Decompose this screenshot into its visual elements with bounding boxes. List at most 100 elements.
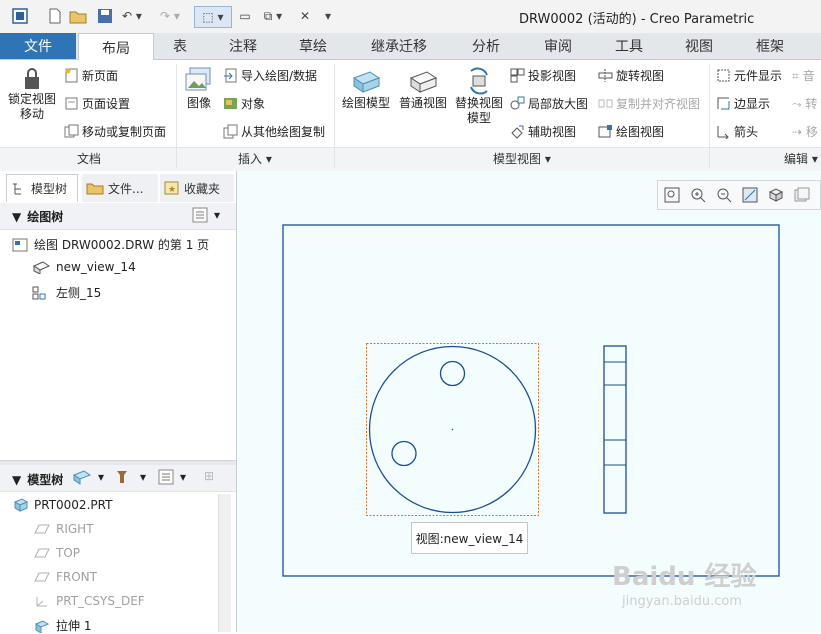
select-box-icon[interactable]: ⬚ ▾ [194,6,232,28]
projection-view-button[interactable]: 投影视图 [510,67,576,84]
tab-annotate[interactable]: 注释 [208,33,278,59]
drawing-model-label: 绘图模型 [341,96,390,110]
drawing-sheet-icon [12,238,28,251]
model-tree-model-selector[interactable]: ▾ [72,469,104,485]
image-button[interactable]: 图像 [181,66,217,111]
page-setup-label: 页面设置 [82,97,131,111]
tree-item-new-view-14[interactable]: new_view_14 [32,260,136,274]
image-icon [185,67,211,91]
arrow-icon [717,126,729,139]
lock-view-move-button[interactable]: 锁定视图 移动 [6,66,58,122]
tree-item-right-plane[interactable]: RIGHT [34,522,94,536]
tree-item-top-plane[interactable]: TOP [34,546,80,560]
move-copy-page-button[interactable]: 移动或复制页面 [64,123,166,140]
edit-more-1-icon[interactable]: ⌗ 音 [792,67,815,84]
redo-icon[interactable]: ↷ ▾ [156,6,184,26]
front-view-hole-left[interactable] [391,440,417,467]
tab-tools[interactable]: 工具 [594,33,664,59]
edge-display-icon [717,97,730,110]
tab-layout[interactable]: 布局 [78,33,154,61]
component-display-button[interactable]: 元件显示 [716,67,782,84]
save-icon[interactable] [96,6,114,26]
page-setup-button[interactable]: 页面设置 [64,95,130,112]
tab-frame[interactable]: 框架 [734,33,806,59]
insert-group-label[interactable]: 插入 ▾ [238,150,272,167]
model-tree-tools-button[interactable]: ▾ [114,469,146,485]
lock-icon [25,68,39,89]
tree-item-label: RIGHT [56,522,94,536]
tab-favorites[interactable]: ★ 收藏夹 [160,174,234,202]
app-icon[interactable] [8,6,32,26]
tree-item-csys[interactable]: PRT_CSYS_DEF [34,594,145,608]
window-icon[interactable]: ▭ [236,6,254,26]
drawing-tree-settings-button[interactable]: ▾ [192,207,220,223]
datum-plane-icon [34,548,50,558]
new-page-button[interactable]: 新页面 [64,67,118,84]
extrude-icon [34,619,50,633]
detail-view-button[interactable]: 局部放大图 [510,95,588,112]
new-file-icon[interactable] [46,6,64,26]
model-view-group-text: 模型视图 [493,152,542,166]
drawing-model-icon [352,71,381,93]
drawing-model-button[interactable]: 绘图模型 [338,66,394,111]
model-tree-filter-icon[interactable]: ⊞ [204,469,214,483]
drawing-tree-toggle[interactable]: ▼ 绘图树 [12,208,63,225]
tab-view[interactable]: 视图 [664,33,734,59]
import-drawing-button[interactable]: 导入绘图/数据 [223,67,317,84]
copy-from-drawing-button[interactable]: 从其他绘图复制 [223,123,325,140]
copy-align-view-button[interactable]: 复制并对齐视图 [598,95,700,112]
model-tree-settings-button[interactable]: ▾ [158,469,186,485]
tree-item-part[interactable]: PRT0002.PRT [14,498,112,512]
title-bar: ↶ ▾ ↷ ▾ ⬚ ▾ ▭ ⧉ ▾ ✕ ▾ DRW0002 (活动的) - Cr… [0,0,821,34]
tab-model-tree[interactable]: 模型树 [6,174,78,202]
tree-item-label: 绘图 DRW0002.DRW 的第 1 页 [34,238,210,252]
replace-view-model-button[interactable]: 替换视图 模型 [451,66,507,126]
tree-icon [13,183,21,194]
tree-item-front-plane[interactable]: FRONT [34,570,97,584]
auxiliary-view-icon [511,125,524,139]
tab-review[interactable]: 审阅 [522,33,594,59]
side-view-outline[interactable] [603,345,627,514]
tab-sketch[interactable]: 草绘 [278,33,348,59]
open-folder-icon[interactable] [68,6,88,26]
image-label: 图像 [186,96,211,110]
regenerate-icon[interactable]: ⧉ ▾ [258,6,288,26]
favorites-icon: ★ [164,181,179,195]
coordinate-system-icon [36,597,47,607]
general-view-button[interactable]: 普通视图 [395,66,451,111]
edit-more-2-icon[interactable]: ⤳ 转 [792,95,817,112]
sheet-border [282,224,780,577]
tree-item-drawing-sheet[interactable]: 绘图 DRW0002.DRW 的第 1 页 [12,236,209,253]
drawing-view-label: 绘图视图 [616,125,665,139]
model-tree-scrollbar[interactable] [218,494,231,632]
tree-item-label: TOP [56,546,81,560]
model-tree-toggle[interactable]: ▼ 模型树 [12,471,63,488]
tab-table[interactable]: 表 [152,33,208,59]
arrow-button[interactable]: 箭头 [716,123,758,140]
tree-item-extrude-1[interactable]: 拉伸 1 [34,617,91,634]
projection-view-icon [510,68,525,83]
undo-icon[interactable]: ↶ ▾ [118,6,146,26]
drawing-view-button[interactable]: 绘图视图 [598,123,664,140]
tab-legacy-migration[interactable]: 继承迁移 [348,33,450,59]
tab-analysis[interactable]: 分析 [450,33,522,59]
edit-more-3-icon[interactable]: ⇢ 移 [792,123,818,140]
new-page-label: 新页面 [82,69,119,83]
tab-file-browser-label: 文件... [108,181,144,196]
tab-file[interactable]: 文件 [0,33,76,59]
customize-toolbar-icon[interactable]: ▾ [320,6,336,26]
dropdown-icon: ▾ [214,208,221,222]
tree-item-label: PRT0002.PRT [34,498,113,512]
front-view-hole-top[interactable] [439,360,466,387]
tree-item-left-15[interactable]: 左侧_15 [32,284,101,301]
object-button[interactable]: 对象 [223,95,265,112]
close-window-icon[interactable]: ✕ [296,6,314,26]
auxiliary-view-button[interactable]: 辅助视图 [510,123,576,140]
part-icon [72,470,92,485]
edit-group-label[interactable]: 编辑 ▾ [784,150,818,167]
edge-display-button[interactable]: 边显示 [716,95,770,112]
revolved-view-button[interactable]: 旋转视图 [598,67,664,84]
model-view-group-label[interactable]: 模型视图 ▾ [493,150,551,167]
part-icon [14,498,28,512]
tab-file-browser[interactable]: 文件... [82,174,158,202]
